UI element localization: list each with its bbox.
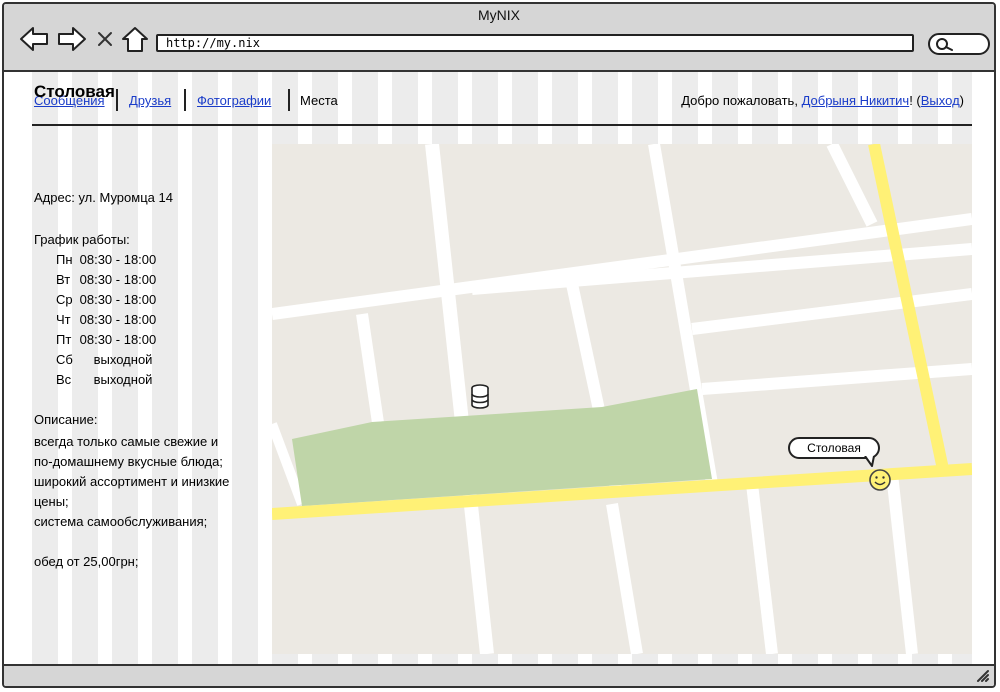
nav-separator: [288, 89, 290, 111]
price-info: обед от 25,00грн;: [34, 554, 139, 569]
window-title: MyNIX: [478, 7, 520, 23]
place-address: Адрес: ул. Муромца 14: [34, 190, 173, 205]
schedule-row: Чт 08:30 - 18:00: [56, 312, 157, 327]
status-bar: [4, 664, 994, 686]
home-icon[interactable]: [120, 24, 150, 54]
resize-grip-icon[interactable]: [974, 668, 990, 682]
description-line: цены;: [34, 494, 69, 509]
map-road: [746, 483, 778, 654]
header-divider: [32, 124, 972, 126]
schedule-row: Ср 08:30 - 18:00: [56, 292, 157, 307]
map-marker-pointer: [864, 456, 875, 467]
schedule-row: Вт 08:30 - 18:00: [56, 272, 157, 287]
schedule-row: Пт 08:30 - 18:00: [56, 332, 157, 347]
map-road: [606, 503, 643, 654]
nav-separator: [116, 89, 118, 111]
nav-separator: [184, 89, 186, 111]
arrow-left-icon[interactable]: [18, 24, 50, 54]
logout-link[interactable]: Выход: [921, 93, 960, 108]
user-profile-link[interactable]: Добрыня Никитич: [802, 93, 910, 108]
map-road: [272, 213, 972, 320]
url-input[interactable]: http://my.nix: [156, 34, 914, 52]
schedule-row: Пн 08:30 - 18:00: [56, 252, 157, 267]
map-road: [826, 144, 878, 227]
description-label: Описание:: [34, 412, 98, 427]
browser-window: MyNIX http://my.nix Сообщения Друзья Фот…: [2, 2, 996, 688]
description-line: по-домашнему вкусные блюда;: [34, 454, 223, 469]
schedule-label: График работы:: [34, 232, 130, 247]
browser-toolbar: MyNIX http://my.nix: [4, 4, 994, 72]
map-view[interactable]: [272, 144, 972, 654]
schedule-row: Сб выходной: [56, 352, 153, 367]
description-line: всегда только самые свежие и: [34, 434, 219, 449]
close-icon[interactable]: [94, 24, 116, 54]
map-road: [691, 288, 972, 335]
search-input[interactable]: [928, 33, 990, 55]
map-road: [886, 473, 918, 654]
schedule-row: Вс выходной: [56, 372, 153, 387]
nav-photos-link[interactable]: Фотографии: [197, 93, 271, 108]
place-title: Столовая: [34, 82, 115, 101]
welcome-text: Добро пожаловать, Добрыня Никитич! (Выхо…: [681, 93, 964, 108]
search-icon: [936, 38, 953, 51]
arrow-right-icon[interactable]: [56, 24, 88, 54]
nav-places-current: Места: [300, 93, 338, 108]
description-line: широкий ассортимент и инизкие: [34, 474, 230, 489]
database-icon: [470, 384, 490, 415]
top-navigation: Сообщения Друзья Фотографии Места Добро …: [32, 86, 972, 116]
nav-friends-link[interactable]: Друзья: [129, 93, 171, 108]
smiley-icon[interactable]: [868, 468, 892, 497]
description-line: система самообслуживания;: [34, 514, 208, 529]
map-canvas: [272, 144, 972, 654]
map-road: [701, 363, 972, 395]
